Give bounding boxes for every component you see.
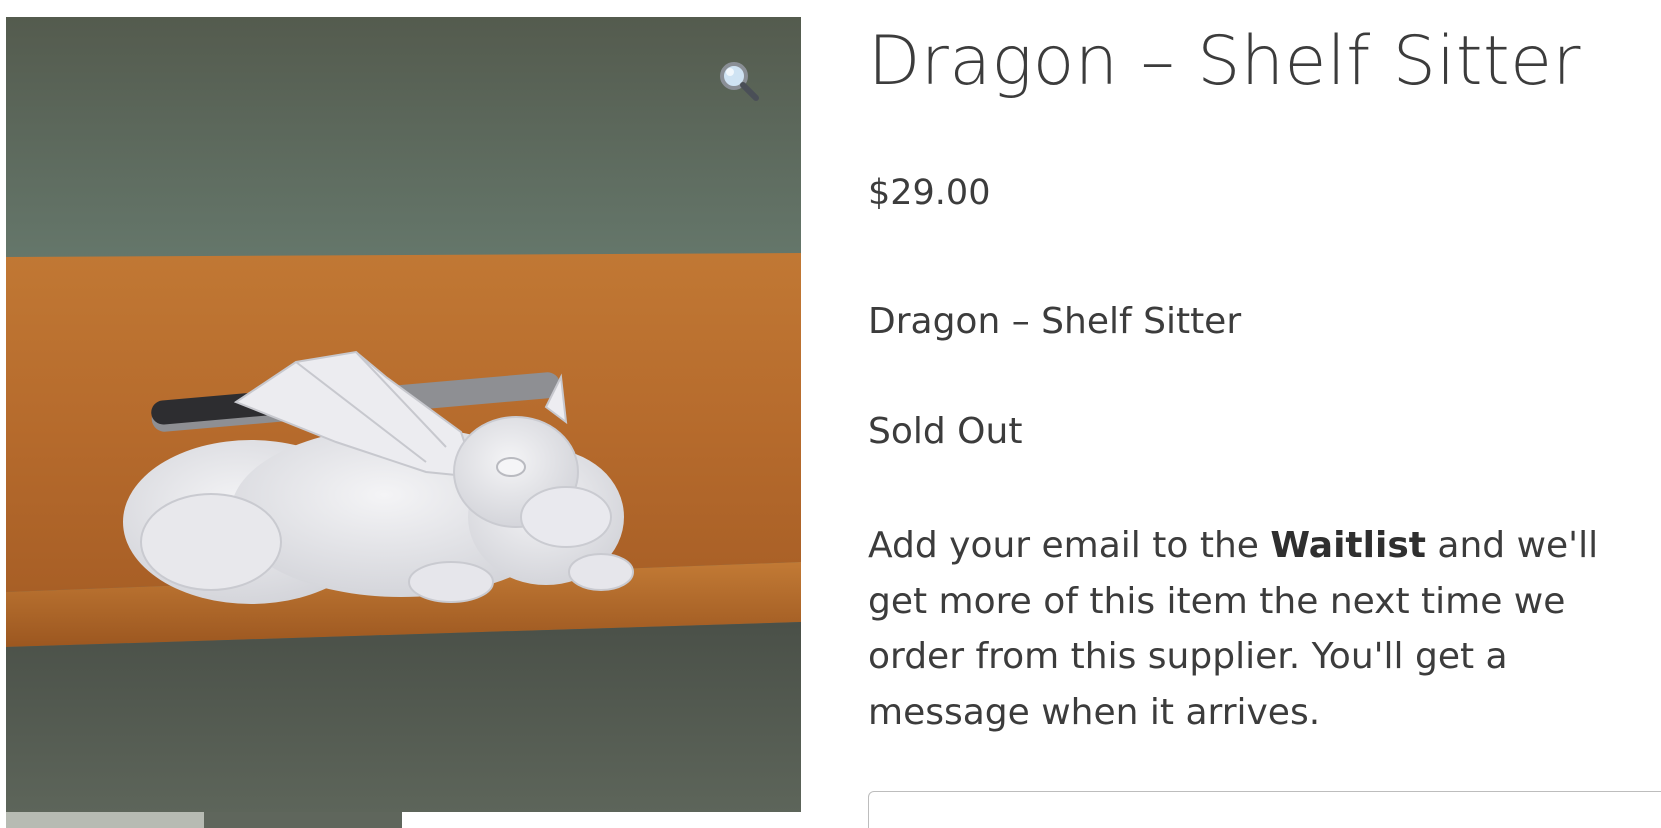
- gallery-thumbnail[interactable]: [204, 812, 402, 828]
- waitlist-message: Add your email to the Waitlist and we'll…: [868, 518, 1658, 740]
- stock-status: Sold Out: [868, 411, 1023, 452]
- product-title: Dragon – Shelf Sitter: [868, 22, 1581, 101]
- product-gallery: [6, 17, 801, 812]
- gallery-thumbnails: [6, 812, 402, 828]
- product-price: $29.00: [868, 173, 991, 213]
- product-image[interactable]: [6, 17, 801, 812]
- product-page: Dragon – Shelf Sitter $29.00 Dragon – Sh…: [0, 0, 1661, 828]
- gallery-thumbnail[interactable]: [6, 812, 204, 828]
- waitlist-emphasis: Waitlist: [1270, 525, 1426, 566]
- product-short-description: Dragon – Shelf Sitter: [868, 301, 1242, 342]
- magnifying-glass-icon: [720, 62, 759, 101]
- waitlist-text-before: Add your email to the: [868, 525, 1271, 566]
- zoom-button[interactable]: [711, 53, 767, 109]
- waitlist-email-input[interactable]: [868, 791, 1661, 828]
